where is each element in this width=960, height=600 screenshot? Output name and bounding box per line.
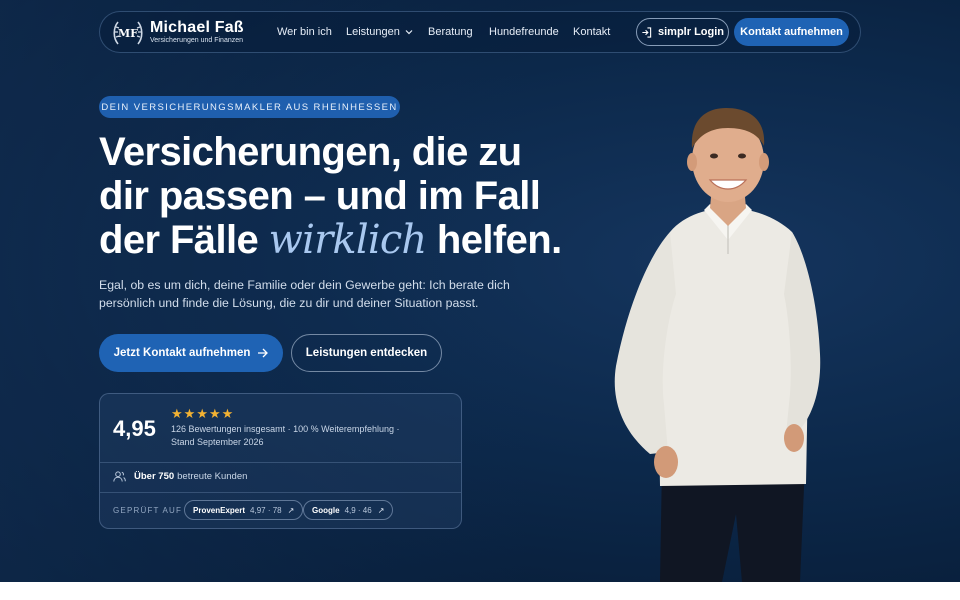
customer-count: Über 750 betreute Kunden bbox=[113, 471, 247, 482]
star-icon: ★ bbox=[221, 406, 234, 421]
rating-card: 4,95 ★ ★ ★ ★ ★ 126 Bewertungen insgesamt… bbox=[99, 393, 462, 529]
nav-contact-button[interactable]: Kontakt aufnehmen bbox=[734, 18, 849, 46]
badge-name: Google bbox=[312, 505, 340, 515]
rating-summary: 126 Bewertungen insgesamt · 100 % Weiter… bbox=[171, 424, 400, 447]
nav-link-kontakt[interactable]: Kontakt bbox=[573, 26, 610, 38]
customer-count-label: betreute Kunden bbox=[177, 471, 248, 482]
login-button-label: simplr Login bbox=[658, 26, 724, 38]
eyebrow-badge: DEIN VERSICHERUNGSMAKLER AUS RHEINHESSEN bbox=[99, 96, 400, 118]
star-rating: ★ ★ ★ ★ ★ bbox=[171, 406, 234, 422]
logo-name: Michael Faß bbox=[150, 19, 244, 36]
login-icon bbox=[642, 26, 652, 38]
logo[interactable]: MF Michael Faß Versicherungen und Finanz… bbox=[112, 18, 244, 46]
nav-link-wer-bin-ich[interactable]: Wer bin ich bbox=[277, 26, 332, 38]
rating-score: 4,95 bbox=[113, 416, 156, 441]
headline-line-1: Versicherungen, die zu bbox=[99, 130, 522, 174]
customer-count-number: Über 750 bbox=[134, 471, 175, 482]
provenexpert-badge[interactable]: ProvenExpert 4,97 · 78 ↗ bbox=[184, 500, 304, 520]
hero-headline: Versicherungen, die zu dir passen – und … bbox=[99, 130, 569, 262]
nav-link-hundefreunde[interactable]: Hundefreunde bbox=[489, 26, 559, 38]
headline-accent: wirklich bbox=[268, 217, 428, 263]
logo-initials: MF bbox=[118, 27, 138, 40]
login-button[interactable]: simplr Login bbox=[636, 18, 729, 46]
nav-link-leistungen[interactable]: Leistungen bbox=[346, 26, 413, 38]
nav-link-leistungen-label: Leistungen bbox=[346, 26, 400, 38]
star-icon: ★ bbox=[171, 406, 183, 421]
google-badge[interactable]: Google 4,9 · 46 ↗ bbox=[303, 500, 394, 520]
verified-label: GEPRÜFT AUF bbox=[113, 506, 183, 515]
hero-section: MF Michael Faß Versicherungen und Finanz… bbox=[0, 0, 960, 582]
star-icon: ★ bbox=[208, 406, 221, 421]
chevron-down-icon bbox=[405, 30, 413, 35]
headline-line-2: dir passen – und im Fall bbox=[99, 174, 541, 218]
divider bbox=[100, 462, 461, 463]
primary-contact-button-label: Jetzt Kontakt aufnehmen bbox=[113, 347, 251, 359]
divider bbox=[100, 492, 461, 493]
badge-name: ProvenExpert bbox=[193, 505, 246, 515]
logo-subtitle: Versicherungen und Finanzen bbox=[150, 37, 244, 44]
arrow-right-icon bbox=[258, 348, 269, 358]
headline-line-3-start: der Fälle bbox=[99, 218, 269, 262]
external-link-icon: ↗ bbox=[287, 505, 295, 515]
headline-line-3-end: helfen. bbox=[426, 218, 562, 262]
services-button[interactable]: Leistungen entdecken bbox=[291, 334, 442, 372]
top-navigation: MF Michael Faß Versicherungen und Finanz… bbox=[99, 11, 861, 53]
star-icon: ★ bbox=[183, 406, 196, 421]
nav-link-beratung[interactable]: Beratung bbox=[428, 26, 473, 38]
hero-subtext: Egal, ob es um dich, deine Familie oder … bbox=[99, 278, 510, 310]
portrait-photo bbox=[600, 104, 830, 582]
badge-detail: 4,97 · 78 bbox=[250, 505, 282, 515]
primary-contact-button[interactable]: Jetzt Kontakt aufnehmen bbox=[99, 334, 283, 372]
page-bottom-strip bbox=[0, 582, 960, 600]
badge-detail: 4,9 · 46 bbox=[344, 505, 372, 515]
external-link-icon: ↗ bbox=[377, 505, 385, 515]
logo-emblem-icon: MF bbox=[112, 18, 144, 46]
star-icon: ★ bbox=[196, 406, 208, 421]
users-icon bbox=[113, 471, 126, 482]
